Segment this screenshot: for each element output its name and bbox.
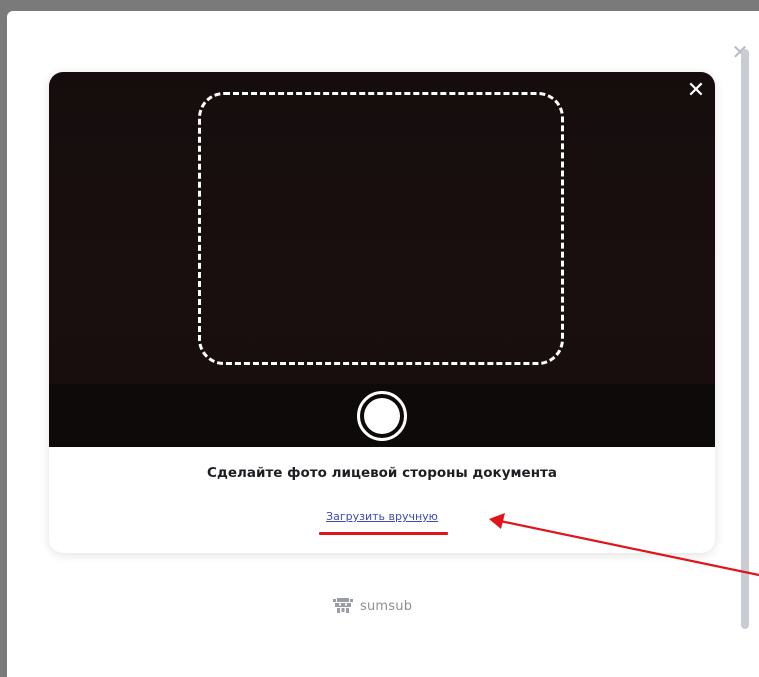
- brand-footer: sumsub: [332, 596, 412, 616]
- annotation-arrow: [489, 513, 759, 577]
- brand-name: sumsub: [360, 598, 413, 614]
- sumsub-logo-icon: [333, 598, 353, 613]
